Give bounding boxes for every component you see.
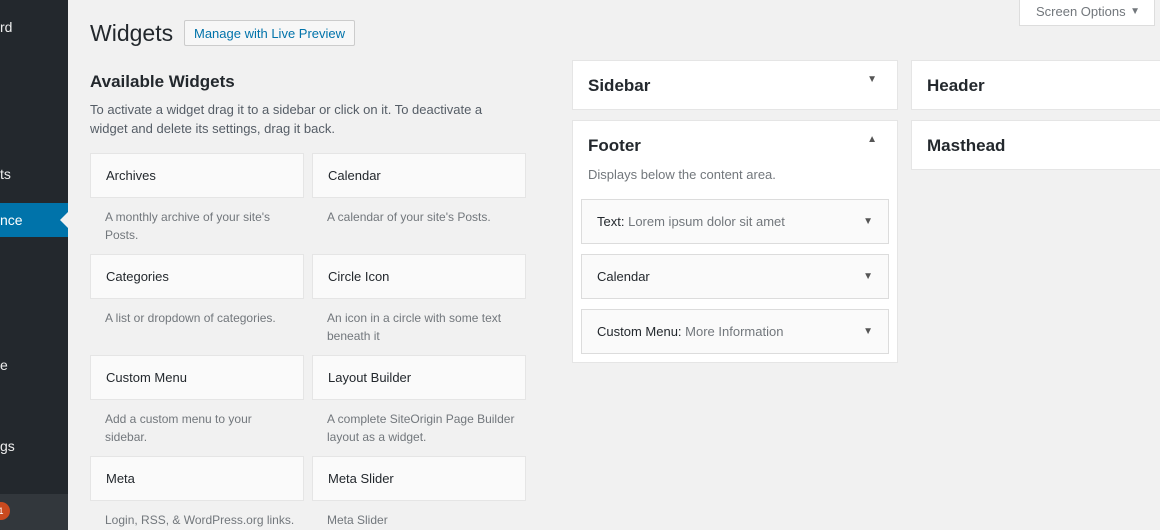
widget-circle-icon[interactable]: Circle Icon [312,254,526,299]
admin-menu: rd ts nce e gs 1 [0,0,68,530]
menu-item-posts[interactable]: ts [0,157,68,191]
manage-live-preview-button[interactable]: Manage with Live Preview [184,20,356,46]
widget-description: Meta Slider [327,513,388,527]
menu-bottom-bar [0,494,68,530]
sidebar-area-title: Sidebar [588,76,651,95]
menu-item-label: e [0,357,8,373]
sidebar-area-title: Masthead [927,136,1006,155]
widget-type-label: Calendar [597,269,650,284]
widget-description: An icon in a circle with some text benea… [327,311,502,343]
footer-widget-calendar[interactable]: Calendar ▼ [581,254,889,299]
menu-item-dashboard[interactable]: rd [0,10,68,44]
page-title: Widgets [90,20,174,46]
widget-categories[interactable]: Categories [90,254,304,299]
widget-description: A calendar of your site's Posts. [327,210,491,224]
menu-item-label: gs [0,438,15,454]
sidebar-area-sidebar[interactable]: Sidebar ▼ [572,60,898,110]
sidebar-area-footer[interactable]: Footer ▲ Displays below the content area… [572,120,898,363]
widget-description: A monthly archive of your site's Posts. [105,210,271,242]
available-widgets-description: To activate a widget drag it to a sideba… [90,102,483,136]
menu-item-settings[interactable]: gs [0,429,68,463]
widget-description: Login, RSS, & WordPress.org links. [105,513,295,527]
widget-archives[interactable]: Archives [90,153,304,198]
widget-title-label: More Information [685,324,784,339]
widget-layout-builder[interactable]: Layout Builder [312,355,526,400]
caret-down-icon[interactable]: ▼ [863,255,873,298]
widget-custom-menu[interactable]: Custom Menu [90,355,304,400]
available-widgets-title: Available Widgets [90,72,235,91]
menu-item-label: rd [0,19,13,35]
menu-item-profile[interactable]: e [0,348,68,382]
caret-down-icon[interactable]: ▼ [863,200,873,243]
widget-type-label: Text: [597,214,625,229]
widget-description: A complete SiteOrigin Page Builder layou… [327,412,515,444]
screen-options-button[interactable]: Screen Options ▼ [1019,0,1155,26]
sidebar-area-header[interactable]: Header [911,60,1160,110]
widget-type-label: Custom Menu: [597,324,682,339]
caret-down-icon: ▼ [1130,6,1140,17]
caret-down-icon[interactable]: ▼ [863,310,873,353]
sidebar-area-title: Footer [588,136,641,155]
widget-meta-slider[interactable]: Meta Slider [312,456,526,501]
menu-item-label: nce [0,212,23,228]
widget-description: A list or dropdown of categories. [105,311,276,325]
sidebar-area-title: Header [927,76,985,95]
sidebar-area-masthead[interactable]: Masthead [911,120,1160,170]
caret-up-icon[interactable]: ▲ [867,134,877,145]
footer-widget-custom-menu[interactable]: Custom Menu: More Information ▼ [581,309,889,354]
screen-options-label: Screen Options [1036,4,1126,19]
widget-calendar[interactable]: Calendar [312,153,526,198]
widget-title-label: Lorem ipsum dolor sit amet [628,214,785,229]
sidebar-area-description: Displays below the content area. [588,167,776,182]
menu-item-label: ts [0,166,11,182]
menu-item-appearance[interactable]: nce [0,203,68,237]
footer-widget-text[interactable]: Text: Lorem ipsum dolor sit amet ▼ [581,199,889,244]
caret-down-icon[interactable]: ▼ [867,74,877,85]
widget-meta[interactable]: Meta [90,456,304,501]
widget-description: Add a custom menu to your sidebar. [105,412,252,444]
